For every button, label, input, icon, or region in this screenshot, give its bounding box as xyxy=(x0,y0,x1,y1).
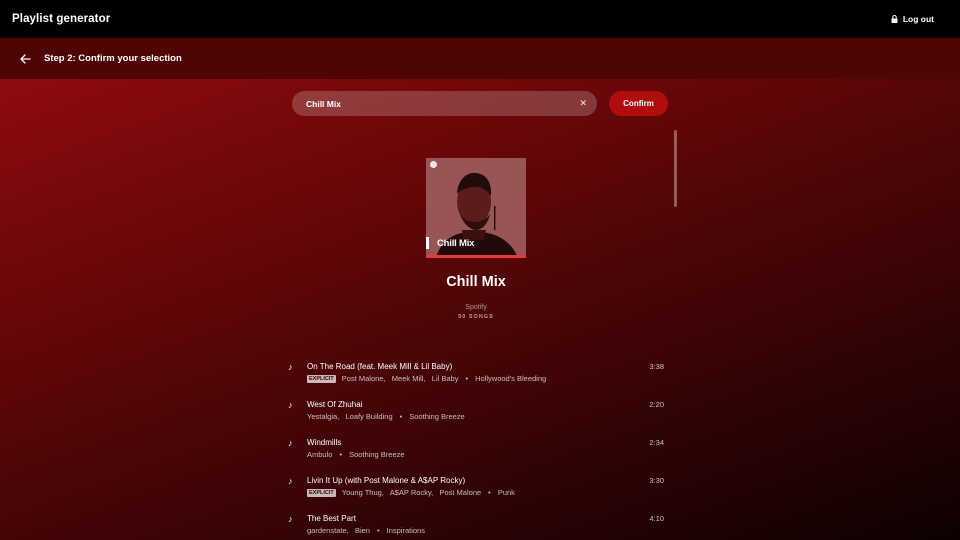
playlist-owner: Spotify xyxy=(465,304,487,311)
cover-accent-bar xyxy=(426,237,429,249)
track-artists: gardenstate, Bien xyxy=(307,526,370,535)
step-header: Step 2: Confirm your selection xyxy=(0,38,960,79)
step-title: Step 2: Confirm your selection xyxy=(44,53,182,64)
track-album: Punk xyxy=(497,488,515,497)
track-title: The Best Part xyxy=(307,514,356,523)
track-title: On The Road (feat. Meek Mill & Lil Baby) xyxy=(307,362,453,371)
track-meta: Ambulo • Soothing Breeze xyxy=(307,450,405,459)
track-duration: 4:10 xyxy=(649,514,664,523)
track-album: Soothing Breeze xyxy=(409,412,465,421)
track-title: West Of Zhuhai xyxy=(307,400,363,409)
playlist-title: Chill Mix xyxy=(446,274,506,290)
track-meta: Yestalgia, Loafy Building • Soothing Bre… xyxy=(307,412,465,421)
separator-dot: • xyxy=(488,488,491,497)
track-duration: 2:20 xyxy=(649,400,664,409)
track-album: Soothing Breeze xyxy=(349,450,405,459)
arrow-left-icon[interactable] xyxy=(20,53,31,64)
music-note-icon: ♪ xyxy=(288,362,293,372)
separator-dot: • xyxy=(376,526,380,535)
scrollbar[interactable] xyxy=(674,130,677,207)
separator-dot: • xyxy=(339,450,343,459)
track-meta: EXPLICIT Post Malone, Meek Mill, Lil Bab… xyxy=(307,374,546,383)
track-title: Windmills xyxy=(307,438,342,447)
music-note-icon: ♪ xyxy=(288,514,293,524)
track-artists: Young Thug, A$AP Rocky, Post Malone xyxy=(341,488,482,497)
music-note-icon: ♪ xyxy=(288,438,293,448)
song-count: 50 SONGS xyxy=(458,314,494,320)
music-note-icon: ♪ xyxy=(288,476,293,486)
playlist-cover: Chill Mix xyxy=(426,158,526,258)
track-album: Inspirations xyxy=(386,526,425,535)
track-row[interactable]: ♪ West Of Zhuhai Yestalgia, Loafy Buildi… xyxy=(286,398,666,436)
search-value[interactable]: Chill Mix xyxy=(306,99,579,109)
track-row[interactable]: ♪ Windmills Ambulo • Soothing Breeze 2:3… xyxy=(286,436,666,474)
explicit-badge: EXPLICIT xyxy=(307,374,336,383)
explicit-badge: EXPLICIT xyxy=(307,488,336,497)
top-bar: Playlist generator Log out xyxy=(0,0,960,38)
spotify-logo-icon xyxy=(430,161,437,168)
main-panel: Chill Mix ✕ Confirm Chill Mix Chill Mix … xyxy=(0,79,960,540)
cover-strip xyxy=(426,255,526,258)
track-duration: 2:34 xyxy=(649,438,664,447)
track-artists: Yestalgia, Loafy Building xyxy=(307,412,393,421)
lock-icon xyxy=(891,15,898,23)
confirm-button[interactable]: Confirm xyxy=(609,91,668,116)
track-album: Hollywood's Bleeding xyxy=(475,374,547,383)
track-row[interactable]: ♪ Livin It Up (with Post Malone & A$AP R… xyxy=(286,474,666,512)
logout-button[interactable]: Log out xyxy=(891,14,934,24)
track-meta: gardenstate, Bien • Inspirations xyxy=(307,526,425,535)
track-list: ♪ On The Road (feat. Meek Mill & Lil Bab… xyxy=(286,360,666,540)
close-icon[interactable]: ✕ xyxy=(579,98,587,109)
logout-label: Log out xyxy=(902,14,934,24)
track-artists: Ambulo xyxy=(307,450,333,459)
track-duration: 3:30 xyxy=(649,476,664,485)
track-meta: EXPLICIT Young Thug, A$AP Rocky, Post Ma… xyxy=(307,488,515,497)
separator-dot: • xyxy=(465,374,469,383)
separator-dot: • xyxy=(399,412,403,421)
track-artists: Post Malone, Meek Mill, Lil Baby xyxy=(341,374,459,383)
track-row[interactable]: ♪ On The Road (feat. Meek Mill & Lil Bab… xyxy=(286,360,666,398)
track-title: Livin It Up (with Post Malone & A$AP Roc… xyxy=(307,476,466,485)
track-duration: 3:38 xyxy=(649,362,664,371)
cover-title: Chill Mix xyxy=(437,238,475,249)
track-row[interactable]: ♪ The Best Part gardenstate, Bien • Insp… xyxy=(286,512,666,540)
search-input[interactable]: Chill Mix ✕ xyxy=(292,91,597,116)
app-title: Playlist generator xyxy=(12,13,111,25)
music-note-icon: ♪ xyxy=(288,400,293,410)
